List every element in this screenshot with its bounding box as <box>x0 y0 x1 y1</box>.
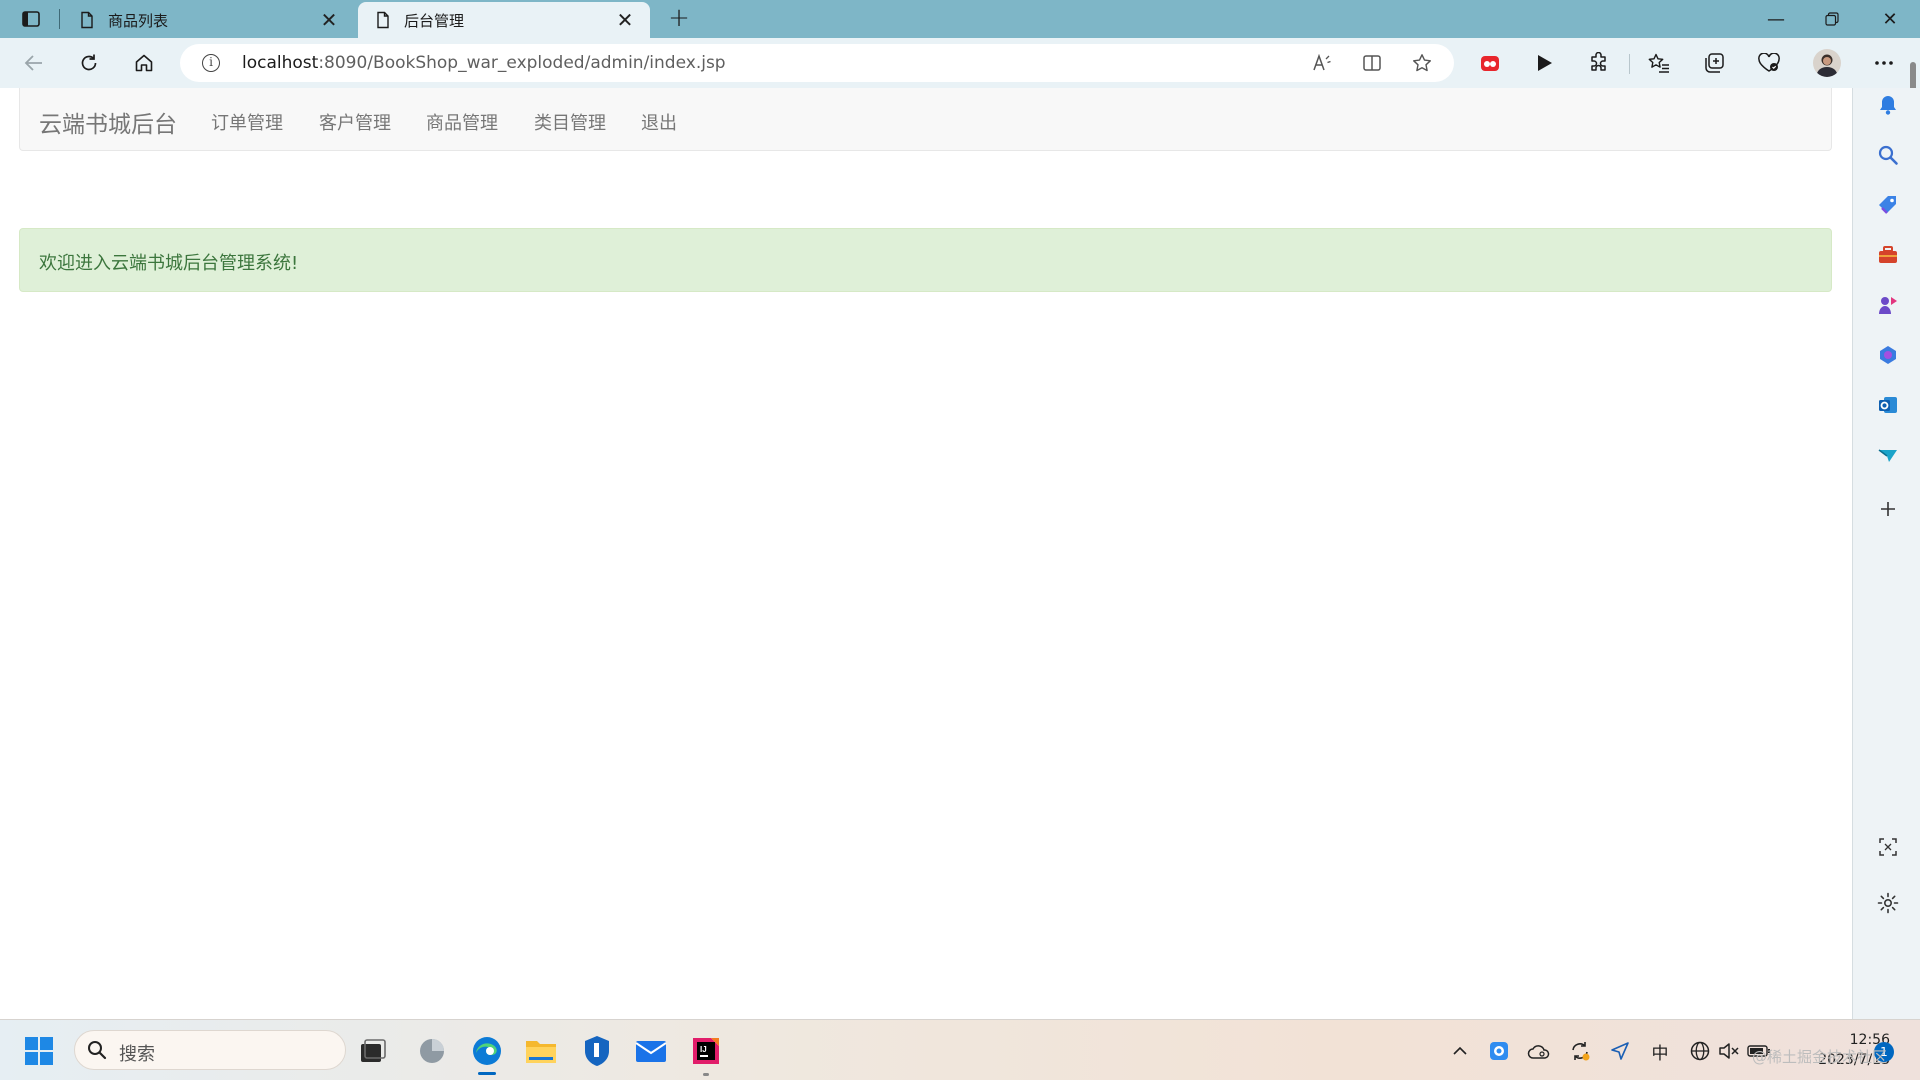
favorite-icon[interactable] <box>1410 52 1434 74</box>
svg-text:IJ: IJ <box>700 1045 707 1054</box>
info-icon[interactable]: i <box>202 54 220 72</box>
extension-icon[interactable] <box>1474 49 1506 77</box>
windows-taskbar: 搜索 IJ 中 12:56 2023/7/13 1 <box>0 1019 1920 1080</box>
ime-indicator[interactable]: 中 <box>1648 1039 1672 1064</box>
admin-navbar: 云端书城后台 订单管理 客户管理 商品管理 类目管理 退出 <box>19 88 1832 151</box>
nav-customers[interactable]: 客户管理 <box>319 109 391 135</box>
search-icon[interactable] <box>1875 142 1901 168</box>
url-host: localhost <box>242 53 319 73</box>
collections-icon[interactable] <box>1698 49 1730 77</box>
tab-product-list[interactable]: 商品列表 ✕ <box>62 2 354 38</box>
toolbar-divider <box>1629 54 1630 74</box>
back-icon[interactable] <box>18 49 50 77</box>
tab-strip: 商品列表 ✕ 后台管理 ✕ + — ✕ <box>0 0 1920 38</box>
nav-products[interactable]: 商品管理 <box>426 109 498 135</box>
tab-title: 后台管理 <box>404 11 465 30</box>
sidebar-toggle-icon[interactable] <box>14 6 48 32</box>
edge-sidebar <box>1852 88 1920 1019</box>
tag-icon[interactable] <box>1875 192 1901 218</box>
running-app-indicator <box>703 1073 709 1076</box>
split-screen-icon[interactable] <box>1360 52 1384 74</box>
page-content: 云端书城后台 订单管理 客户管理 商品管理 类目管理 退出 欢迎进入云端书城后台… <box>0 88 1852 1019</box>
read-aloud-icon[interactable] <box>1310 52 1334 74</box>
chevron-up-icon[interactable] <box>1448 1039 1472 1063</box>
tray-app-icon[interactable] <box>1487 1039 1511 1063</box>
close-icon[interactable]: ✕ <box>318 10 340 30</box>
tab-admin[interactable]: 后台管理 ✕ <box>358 2 650 38</box>
tab-separator <box>59 9 60 29</box>
nav-orders[interactable]: 订单管理 <box>211 109 283 135</box>
profile-avatar[interactable] <box>1813 49 1841 77</box>
outlook-icon[interactable] <box>1875 392 1901 418</box>
url-path: :8090/BookShop_war_exploded/admin/index.… <box>318 53 726 73</box>
screenshot-icon[interactable] <box>1875 834 1901 860</box>
settings-icon[interactable] <box>1875 890 1901 916</box>
nav-categories[interactable]: 类目管理 <box>534 109 606 135</box>
edge-icon[interactable] <box>470 1034 504 1068</box>
close-icon[interactable]: ✕ <box>614 10 636 30</box>
favorites-icon[interactable] <box>1643 49 1675 77</box>
close-window-icon[interactable]: ✕ <box>1862 0 1918 38</box>
active-app-indicator <box>478 1072 496 1075</box>
tab-title: 商品列表 <box>108 11 169 30</box>
page-icon <box>377 11 389 29</box>
copilot-icon[interactable] <box>1875 342 1901 368</box>
sync-icon[interactable] <box>1568 1039 1592 1063</box>
restore-icon[interactable] <box>1804 0 1860 38</box>
file-explorer-icon[interactable] <box>524 1034 558 1068</box>
page-icon <box>81 11 93 29</box>
browser-toolbar: i localhost:8090/BookShop_war_exploded/a… <box>0 38 1920 88</box>
welcome-text: 欢迎进入云端书城后台管理系统! <box>39 253 299 274</box>
welcome-alert: 欢迎进入云端书城后台管理系统! <box>19 228 1832 292</box>
taskbar-search[interactable]: 搜索 <box>74 1030 346 1070</box>
refresh-icon[interactable] <box>73 49 105 77</box>
nav-logout[interactable]: 退出 <box>641 109 677 135</box>
url-text[interactable]: localhost:8090/BookShop_war_exploded/adm… <box>242 53 726 73</box>
puzzle-icon[interactable] <box>1583 49 1615 77</box>
send-icon[interactable] <box>1875 442 1901 468</box>
plus-icon[interactable]: + <box>664 5 694 32</box>
brand-link[interactable]: 云端书城后台 <box>39 105 177 139</box>
network-icon[interactable] <box>1688 1039 1712 1063</box>
minimize-icon[interactable]: — <box>1748 0 1804 38</box>
add-icon[interactable] <box>1875 496 1901 522</box>
bell-icon[interactable] <box>1875 92 1901 118</box>
start-icon[interactable] <box>22 1034 56 1068</box>
location-icon[interactable] <box>1608 1039 1632 1063</box>
search-placeholder: 搜索 <box>119 1044 155 1065</box>
games-icon[interactable] <box>1875 292 1901 318</box>
widgets-icon[interactable] <box>415 1034 449 1068</box>
search-icon <box>88 1041 107 1060</box>
watermark: @稀土掘金技术社区 <box>1752 1048 1888 1066</box>
toolbox-icon[interactable] <box>1875 242 1901 268</box>
more-icon[interactable] <box>1868 49 1900 77</box>
home-icon[interactable] <box>128 49 160 77</box>
play-icon[interactable] <box>1528 49 1560 77</box>
volume-muted-icon[interactable] <box>1717 1039 1741 1063</box>
onedrive-icon[interactable] <box>1527 1039 1551 1063</box>
mail-icon[interactable] <box>634 1034 668 1068</box>
task-view-icon[interactable] <box>356 1034 390 1068</box>
defender-icon[interactable] <box>580 1034 614 1068</box>
performance-icon[interactable] <box>1753 49 1785 77</box>
intellij-icon[interactable]: IJ <box>689 1034 723 1068</box>
address-bar[interactable]: i localhost:8090/BookShop_war_exploded/a… <box>180 44 1454 82</box>
